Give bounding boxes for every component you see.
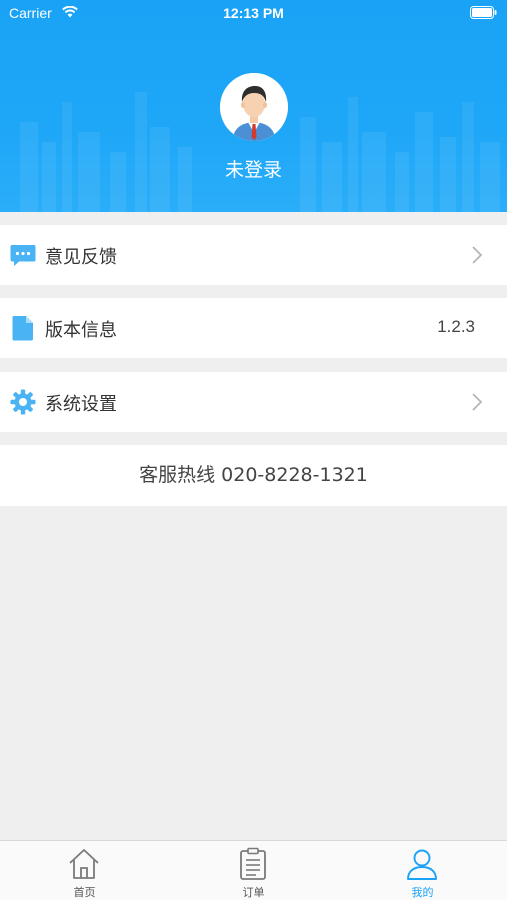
home-icon <box>69 849 99 879</box>
tab-home[interactable]: 首页 <box>0 841 169 900</box>
version-value: 1.2.3 <box>437 317 475 336</box>
person-icon <box>407 849 437 880</box>
login-status-label[interactable]: 未登录 <box>0 155 507 182</box>
settings-row[interactable]: 系统设置 <box>0 372 507 432</box>
avatar[interactable] <box>220 73 288 141</box>
tab-orders-label: 订单 <box>242 886 265 899</box>
clipboard-icon <box>240 847 266 880</box>
tab-bar: 首页 订单 我的 <box>0 840 507 900</box>
battery-icon <box>470 6 497 19</box>
clock: 12:13 PM <box>223 5 284 21</box>
settings-label: 系统设置 <box>45 394 117 415</box>
gear-icon <box>10 389 36 415</box>
customer-hotline[interactable]: 客服热线 020-8228-1321 <box>0 445 507 506</box>
chevron-right-icon <box>472 393 483 411</box>
tab-home-label: 首页 <box>73 886 96 899</box>
user-avatar-icon <box>220 73 288 141</box>
version-row[interactable]: 版本信息 1.2.3 <box>0 298 507 358</box>
chevron-right-icon <box>472 246 483 264</box>
chat-bubble-icon <box>10 245 36 266</box>
document-icon <box>12 316 33 341</box>
feedback-label: 意见反馈 <box>45 247 117 268</box>
tab-profile-label: 我的 <box>411 886 434 899</box>
tab-profile[interactable]: 我的 <box>338 841 507 900</box>
feedback-row[interactable]: 意见反馈 <box>0 225 507 285</box>
version-label: 版本信息 <box>45 320 117 341</box>
tab-orders[interactable]: 订单 <box>169 841 338 900</box>
status-bar: Carrier 12:13 PM <box>0 0 507 28</box>
profile-header: Carrier 12:13 PM 未登录 <box>0 0 507 212</box>
